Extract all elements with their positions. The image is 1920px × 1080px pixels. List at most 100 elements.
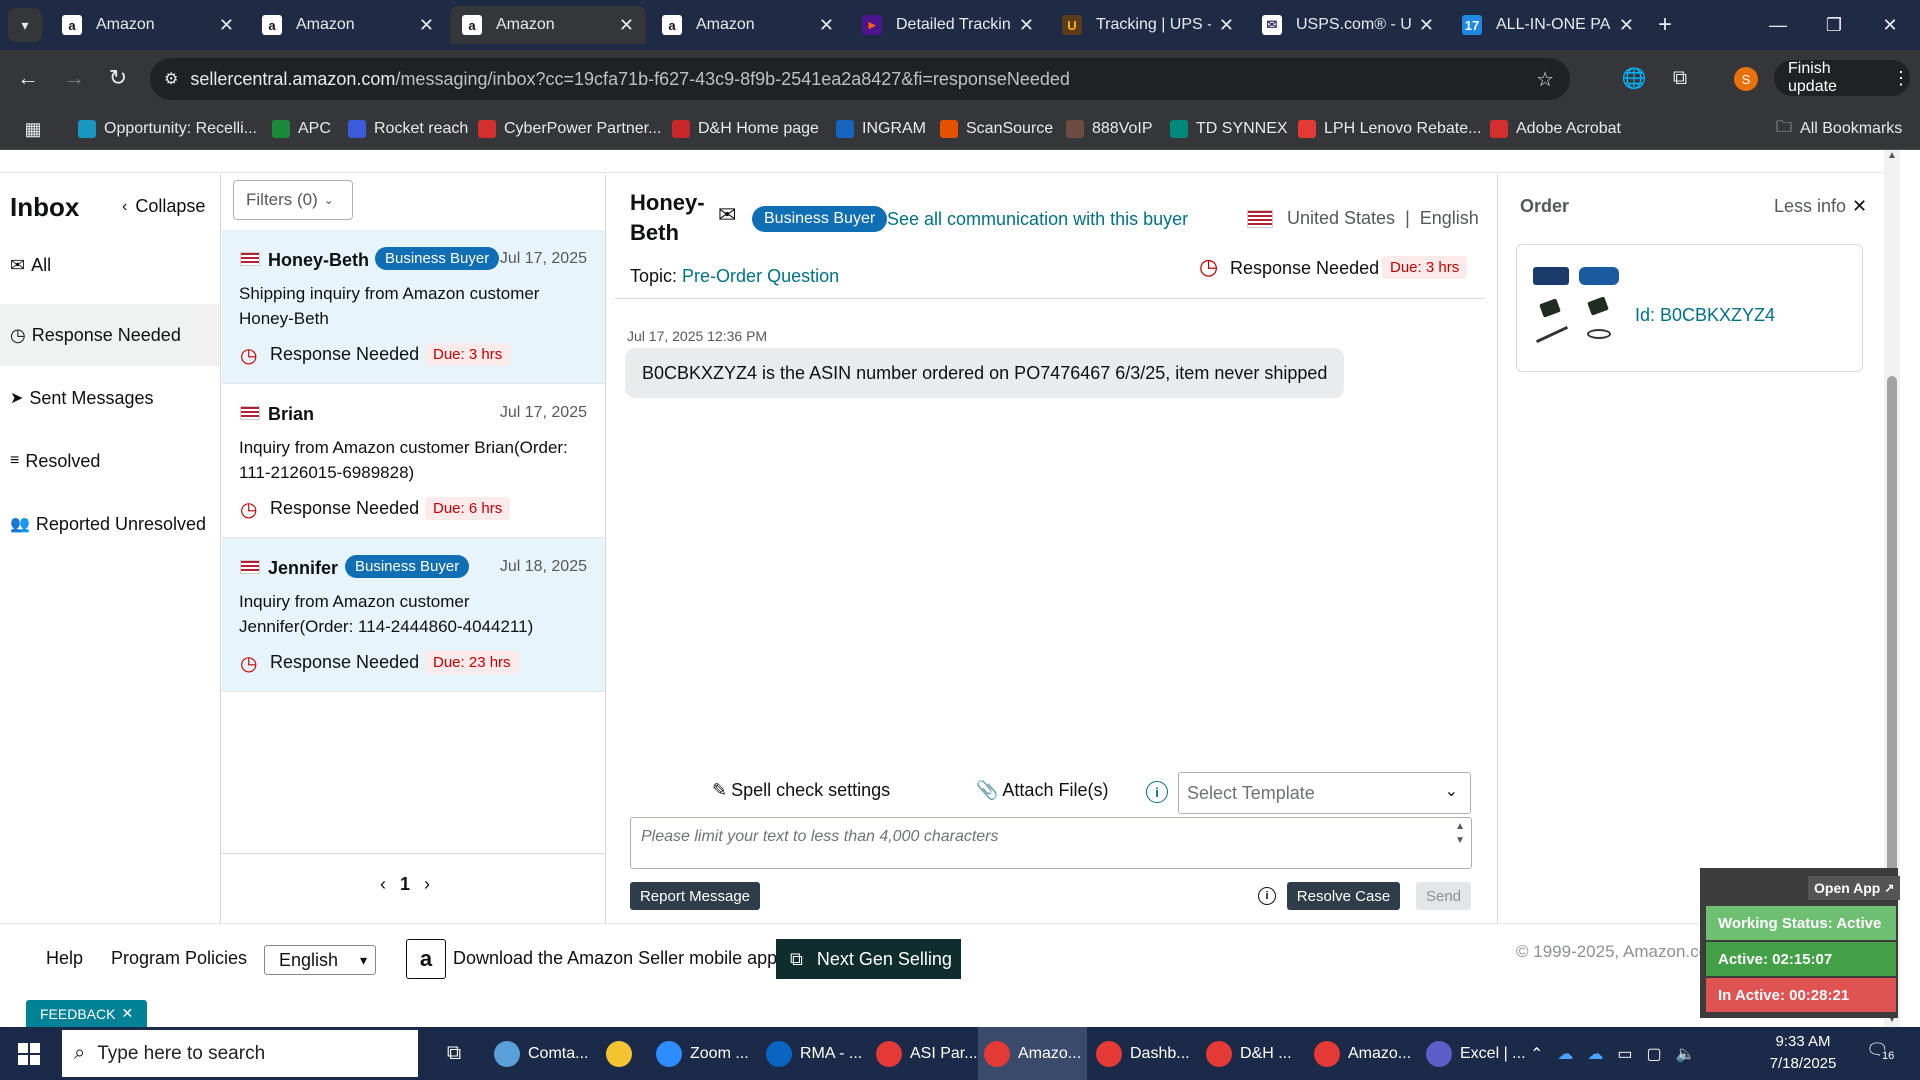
- filters-button[interactable]: Filters (0) ⌄: [233, 180, 353, 220]
- chevron-up-icon[interactable]: ⌃: [1530, 1044, 1543, 1064]
- battery-icon[interactable]: ▭: [1617, 1044, 1632, 1064]
- bookmark-item[interactable]: Opportunity: Recelli...: [78, 108, 257, 150]
- close-tab-icon[interactable]: ✕: [1219, 15, 1234, 36]
- conversation-item[interactable]: Honey-Beth Business Buyer Jul 17, 2025 S…: [222, 230, 605, 384]
- order-asin-id[interactable]: Id: B0CBKXZYZ4: [1635, 305, 1775, 326]
- taskbar-app[interactable]: Excel | ...: [1420, 1027, 1532, 1080]
- program-policies-link[interactable]: Program Policies: [111, 948, 247, 969]
- close-tab-icon[interactable]: ✕: [419, 15, 434, 36]
- minimize-button[interactable]: —: [1750, 0, 1806, 50]
- select-template-dropdown[interactable]: Select Template ⌄: [1178, 772, 1471, 814]
- bookmark-item[interactable]: Rocket reach: [348, 108, 468, 150]
- bookmark-item[interactable]: 888VoIP: [1066, 108, 1153, 150]
- browser-tab[interactable]: 17 ALL-IN-ONE PAC ✕: [1450, 6, 1646, 44]
- all-bookmarks-button[interactable]: 🗀 All Bookmarks: [1776, 108, 1902, 150]
- taskbar-app[interactable]: RMA - ...: [760, 1027, 868, 1080]
- taskbar-app[interactable]: D&H ...: [1200, 1027, 1298, 1080]
- forward-button[interactable]: →: [56, 60, 92, 96]
- bookmark-item[interactable]: LPH Lenovo Rebate...: [1298, 108, 1481, 150]
- bookmark-star-icon[interactable]: ☆: [1536, 67, 1554, 92]
- onedrive-icon[interactable]: ☁: [1557, 1044, 1573, 1064]
- browser-tab[interactable]: ▸ Detailed Tracking ✕: [850, 6, 1046, 44]
- task-view-icon[interactable]: ⧉: [430, 1027, 478, 1080]
- close-tab-icon[interactable]: ✕: [619, 15, 634, 36]
- tab-search-button[interactable]: ▾: [8, 8, 42, 42]
- profile-avatar[interactable]: S: [1734, 67, 1758, 91]
- notification-center[interactable]: 🗨 16: [1866, 1040, 1897, 1062]
- collapse-button[interactable]: ‹ Collapse: [122, 196, 205, 217]
- download-app-link[interactable]: Download the Amazon Seller mobile app: [453, 948, 777, 969]
- info-icon[interactable]: i: [1146, 781, 1168, 803]
- extensions-icon[interactable]: ⧉: [1664, 62, 1696, 94]
- spell-check-button[interactable]: ✎ Spell check settings: [712, 780, 890, 801]
- close-tab-icon[interactable]: ✕: [819, 15, 834, 36]
- bookmark-item[interactable]: APC: [272, 108, 331, 150]
- bookmark-item[interactable]: Adobe Acrobat: [1490, 108, 1621, 150]
- next-gen-selling-button[interactable]: ⧉ Next Gen Selling: [776, 939, 961, 979]
- site-info-icon[interactable]: ⚙: [164, 69, 178, 89]
- next-page-icon[interactable]: ›: [424, 874, 430, 895]
- page-number[interactable]: 1: [400, 874, 410, 895]
- translate-icon[interactable]: 🌐: [1618, 62, 1650, 94]
- mail-icon[interactable]: ✉: [718, 202, 736, 228]
- browser-tab[interactable]: U Tracking | UPS - U ✕: [1050, 6, 1246, 44]
- sidebar-item-reported-unresolved[interactable]: 👥 Reported Unresolved: [10, 509, 206, 539]
- close-tab-icon[interactable]: ✕: [1019, 15, 1034, 36]
- browser-tab[interactable]: a Amazon ✕: [450, 6, 646, 44]
- close-window-button[interactable]: ✕: [1862, 0, 1918, 50]
- taskbar-app[interactable]: Amazo...: [1308, 1027, 1417, 1080]
- report-message-button[interactable]: Report Message: [630, 882, 760, 910]
- windows-start-button[interactable]: [0, 1027, 58, 1080]
- language-select[interactable]: English ▾: [264, 945, 376, 975]
- back-button[interactable]: ←: [10, 60, 46, 96]
- prev-page-icon[interactable]: ‹: [380, 874, 386, 895]
- see-all-communication-link[interactable]: See all communication with this buyer: [887, 209, 1188, 230]
- browser-tab[interactable]: a Amazon ✕: [250, 6, 446, 44]
- sidebar-item-sent-messages[interactable]: ➤ Sent Messages: [10, 383, 153, 413]
- apps-grid-icon[interactable]: ▦: [20, 116, 46, 142]
- bookmark-item[interactable]: INGRAM: [836, 108, 926, 150]
- info-icon[interactable]: i: [1258, 887, 1276, 905]
- close-tab-icon[interactable]: ✕: [1619, 15, 1634, 36]
- bookmark-item[interactable]: D&H Home page: [672, 108, 819, 150]
- send-button[interactable]: Send: [1416, 882, 1471, 910]
- sidebar-item-all[interactable]: ✉ All: [10, 250, 51, 280]
- clock[interactable]: 9:33 AM 7/18/2025: [1748, 1031, 1858, 1075]
- onedrive-icon[interactable]: ☁: [1587, 1044, 1603, 1064]
- sidebar-item-resolved[interactable]: ≡ Resolved: [10, 446, 100, 476]
- finish-update-button[interactable]: Finish update ⋮: [1774, 60, 1910, 96]
- bookmark-item[interactable]: TD SYNNEX: [1170, 108, 1288, 150]
- taskbar-app[interactable]: [600, 1027, 646, 1080]
- bookmark-item[interactable]: CyberPower Partner...: [478, 108, 661, 150]
- taskbar-search-box[interactable]: ⌕ Type here to search: [62, 1030, 418, 1077]
- taskbar-app[interactable]: Zoom ...: [650, 1027, 755, 1080]
- close-tab-icon[interactable]: ✕: [219, 15, 234, 36]
- browser-tab[interactable]: a Amazon ✕: [650, 6, 846, 44]
- sidebar-item-response-needed[interactable]: ◷ Response Needed: [10, 320, 181, 350]
- feedback-button[interactable]: FEEDBACK ✕: [26, 1000, 148, 1027]
- taskbar-app[interactable]: Amazo...: [978, 1027, 1088, 1080]
- taskbar-app[interactable]: ASI Par...: [870, 1027, 984, 1080]
- open-app-button[interactable]: Open App ↗: [1808, 876, 1901, 900]
- help-link[interactable]: Help: [46, 948, 83, 969]
- address-bar[interactable]: ⚙ sellercentral.amazon.com/messaging/inb…: [150, 58, 1570, 100]
- reload-button[interactable]: ↻: [100, 60, 136, 96]
- browser-tab[interactable]: ✉ USPS.com® - US ✕: [1250, 6, 1446, 44]
- network-icon[interactable]: ▢: [1647, 1044, 1662, 1064]
- close-tab-icon[interactable]: ✕: [1419, 15, 1434, 36]
- taskbar-app[interactable]: Dashb...: [1090, 1027, 1196, 1080]
- restore-button[interactable]: ❐: [1806, 0, 1862, 50]
- new-tab-button[interactable]: +: [1648, 8, 1682, 42]
- comtap-icon: [494, 1040, 520, 1067]
- reply-textarea[interactable]: Please limit your text to less than 4,00…: [630, 817, 1472, 869]
- conversation-item[interactable]: Jennifer Business Buyer Jul 18, 2025 Inq…: [222, 538, 605, 692]
- topic-link[interactable]: Pre-Order Question: [682, 266, 839, 286]
- taskbar-app[interactable]: Comta...: [488, 1027, 594, 1080]
- conversation-item[interactable]: Brian Jul 17, 2025 Inquiry from Amazon c…: [222, 384, 605, 538]
- volume-icon[interactable]: 🔈: [1676, 1044, 1696, 1064]
- browser-tab[interactable]: a Amazon ✕: [50, 6, 246, 44]
- less-info-button[interactable]: Less info ✕: [1774, 196, 1867, 217]
- resolve-case-button[interactable]: Resolve Case: [1287, 882, 1400, 910]
- bookmark-item[interactable]: ScanSource: [940, 108, 1053, 150]
- attach-files-button[interactable]: 📎 Attach File(s): [976, 780, 1108, 801]
